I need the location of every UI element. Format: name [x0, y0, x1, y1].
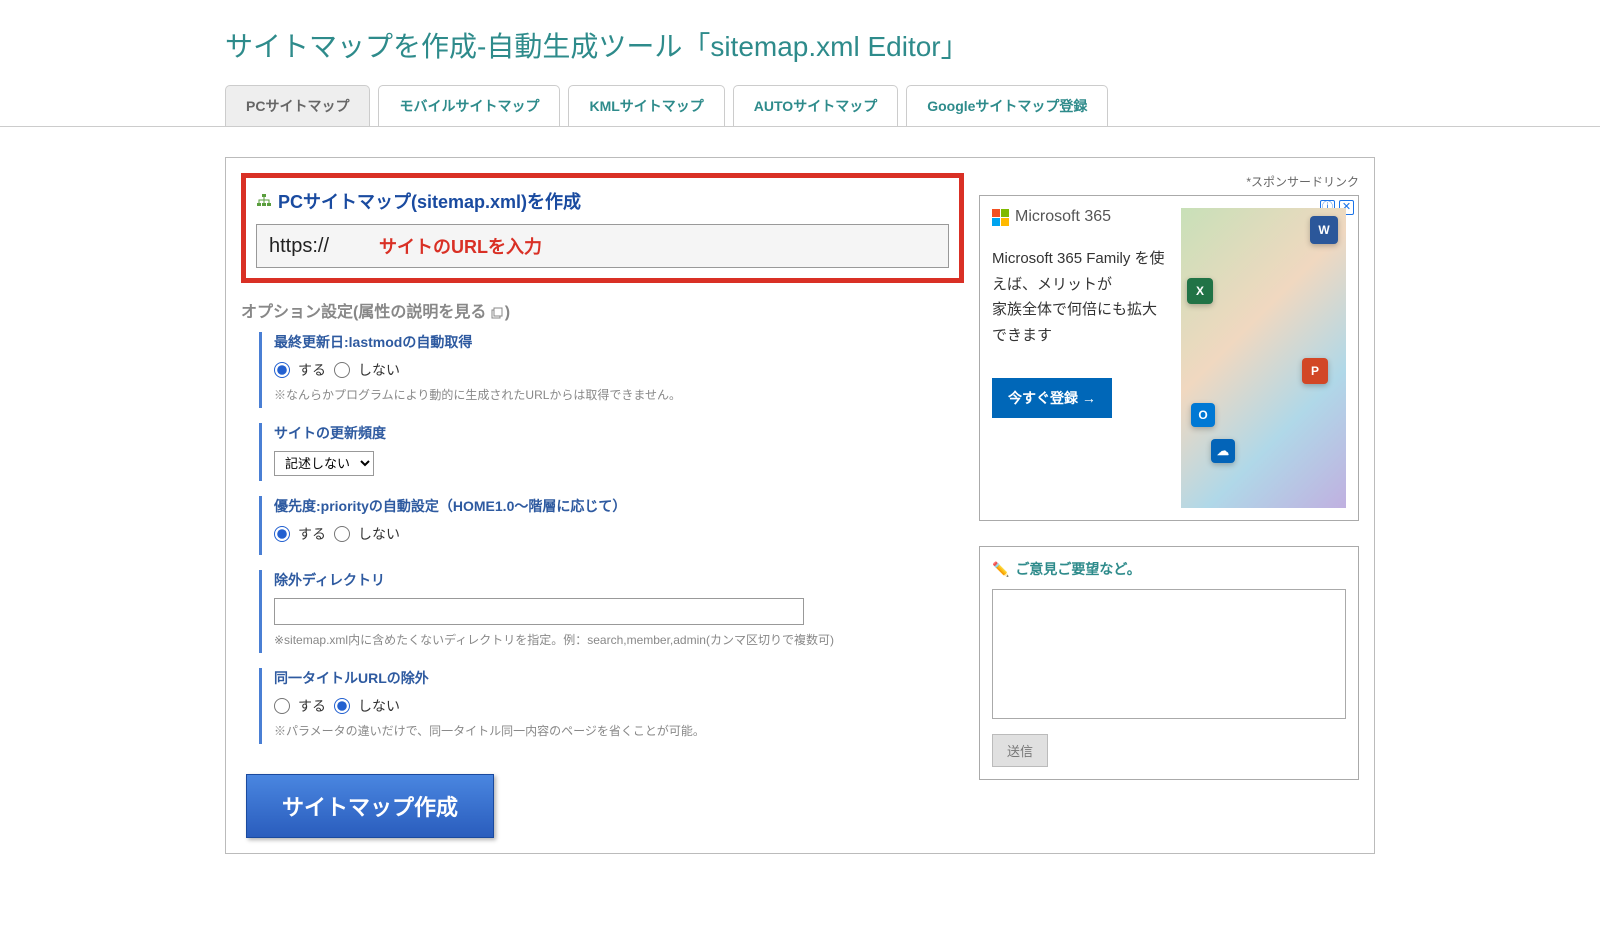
option-freq-title: サイトの更新頻度 — [274, 423, 964, 443]
url-hint-annotation: サイトのURLを入力 — [379, 233, 542, 259]
radio-lastmod-no-label: しない — [358, 360, 400, 380]
feedback-submit-button[interactable]: 送信 — [992, 734, 1048, 767]
tab-pc-sitemap[interactable]: PCサイトマップ — [225, 85, 370, 126]
feedback-textarea[interactable] — [992, 589, 1346, 719]
ad-cta-button[interactable]: 今すぐ登録 → — [992, 378, 1112, 418]
radio-lastmod-yes-label: する — [298, 360, 326, 380]
radio-priority-no-label: しない — [358, 524, 400, 544]
feedback-panel: ✏️ ご意見ご要望など。 送信 — [979, 546, 1359, 780]
option-sametitle: 同一タイトルURLの除外 する しない ※パラメータの違いだけで、同一タイトル同… — [259, 668, 964, 744]
sitemap-icon — [256, 193, 272, 209]
page-title: サイトマップを作成-自動生成ツール「sitemap.xml Editor」 — [225, 0, 1375, 85]
radio-sametitle-no-label: しない — [358, 696, 400, 716]
tab-mobile-sitemap[interactable]: モバイルサイトマップ — [378, 85, 560, 126]
url-prefix: https:// — [269, 235, 329, 258]
ms-logo-icon — [992, 209, 1009, 226]
section-title: PCサイトマップ(sitemap.xml)を作成 — [256, 188, 949, 214]
radio-priority-yes-label: する — [298, 524, 326, 544]
radio-lastmod-yes[interactable] — [274, 362, 290, 378]
url-input-row[interactable]: https:// サイトのURLを入力 — [256, 224, 949, 268]
option-lastmod: 最終更新日:lastmodの自動取得 する しない ※なんらかプログラムにより動… — [259, 332, 964, 408]
sponsor-label: *スポンサードリンク — [979, 173, 1359, 190]
create-sitemap-button[interactable]: サイトマップ作成 — [246, 774, 494, 838]
ad-copy: Microsoft 365 Family を使えば、メリットが 家族全体で何倍に… — [992, 246, 1169, 348]
option-lastmod-note: ※なんらかプログラムにより動的に生成されたURLからは取得できません。 — [274, 386, 964, 403]
tab-kml-sitemap[interactable]: KMLサイトマップ — [568, 85, 724, 126]
pencil-icon: ✏️ — [992, 561, 1009, 578]
tab-bar: PCサイトマップ モバイルサイトマップ KMLサイトマップ AUTOサイトマップ… — [225, 85, 1375, 126]
option-priority-title: 優先度:priorityの自動設定（HOME1.0〜階層に応じて） — [274, 496, 964, 516]
option-sametitle-title: 同一タイトルURLの除外 — [274, 668, 964, 688]
radio-sametitle-no[interactable] — [334, 698, 350, 714]
sidebar: *スポンサードリンク ⓘ ✕ Microsoft 365 — [979, 173, 1359, 838]
ad-panel[interactable]: ⓘ ✕ Microsoft 365 Microsoft 365 Family を… — [979, 195, 1359, 521]
option-exclude-note: ※sitemap.xml内に含めたくないディレクトリを指定。例：search,m… — [274, 631, 964, 648]
radio-priority-no[interactable] — [334, 526, 350, 542]
radio-lastmod-no[interactable] — [334, 362, 350, 378]
url-highlight-box: PCサイトマップ(sitemap.xml)を作成 https:// サイトのUR… — [241, 173, 964, 283]
main-form: PCサイトマップ(sitemap.xml)を作成 https:// サイトのUR… — [241, 173, 964, 838]
option-lastmod-title: 最終更新日:lastmodの自動取得 — [274, 332, 964, 352]
option-exclude: 除外ディレクトリ ※sitemap.xml内に含めたくないディレクトリを指定。例… — [259, 570, 964, 653]
radio-priority-yes[interactable] — [274, 526, 290, 542]
tab-google-register[interactable]: Googleサイトマップ登録 — [906, 85, 1108, 126]
option-priority: 優先度:priorityの自動設定（HOME1.0〜階層に応じて） する しない — [259, 496, 964, 555]
feedback-title: ✏️ ご意見ご要望など。 — [992, 559, 1346, 579]
input-exclude-dirs[interactable] — [274, 598, 804, 625]
radio-sametitle-yes-label: する — [298, 696, 326, 716]
select-freq[interactable]: 記述しない — [274, 451, 374, 476]
ad-image: W X P O ☁ — [1181, 208, 1346, 508]
option-sametitle-note: ※パラメータの違いだけで、同一タイトル同一内容のページを省くことが可能。 — [274, 722, 964, 739]
option-freq: サイトの更新頻度 記述しない — [259, 423, 964, 481]
options-header: オプション設定(属性の説明を見る ) — [241, 298, 964, 322]
microsoft-logo: Microsoft 365 — [992, 208, 1169, 226]
external-link-icon[interactable] — [491, 306, 505, 320]
option-exclude-title: 除外ディレクトリ — [274, 570, 964, 590]
radio-sametitle-yes[interactable] — [274, 698, 290, 714]
tab-auto-sitemap[interactable]: AUTOサイトマップ — [733, 85, 898, 126]
